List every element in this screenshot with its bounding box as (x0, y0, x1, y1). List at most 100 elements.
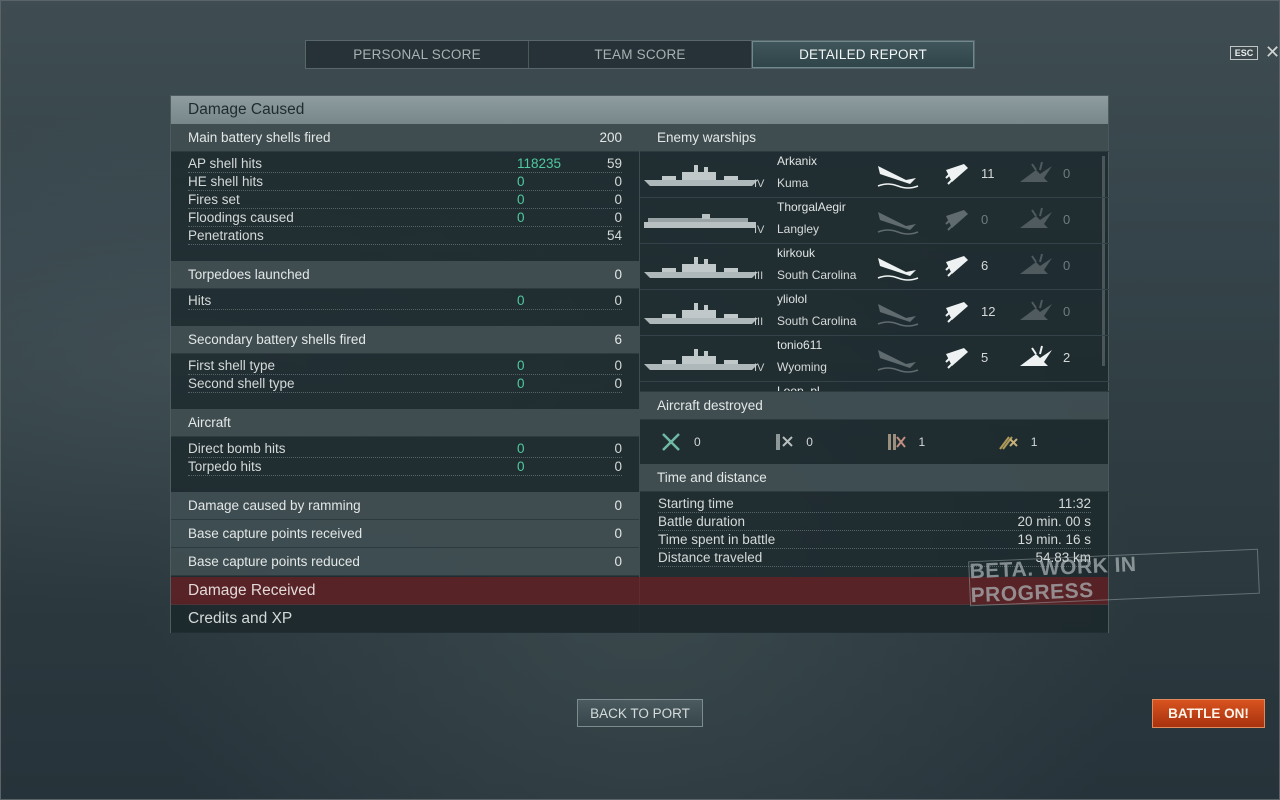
shell-hits-count: 5 (981, 350, 989, 365)
stat-row: AP shell hits 118235 59 (188, 155, 622, 173)
torpedo-bomber-icon (887, 434, 906, 450)
stat-damage: 0 (517, 376, 525, 391)
bomber-icon (776, 434, 793, 450)
base-received-value: 0 (614, 526, 622, 541)
enemy-player-name: Loop_pl (777, 384, 820, 392)
fire-damage-icon (1018, 160, 1062, 190)
stat-damage: 0 (517, 174, 525, 189)
tab-team-score[interactable]: TEAM SCORE (529, 41, 752, 68)
beta-watermark: BETA. WORK IN PROGRESS (968, 548, 1260, 607)
enemy-ship-name: Wyoming (777, 360, 827, 374)
stat-count: 0 (614, 210, 622, 225)
ship-sunk-icon (876, 344, 920, 374)
shell-hits-count: 6 (981, 258, 989, 273)
fire-damage-icon (1018, 252, 1062, 282)
enemy-ship-name: South Carolina (777, 314, 857, 328)
damage-caused-header[interactable]: Damage Caused (171, 96, 1108, 124)
ship-names: Loop_pl (777, 382, 820, 392)
aircraft-header: Aircraft (171, 409, 639, 437)
shell-hits-icon (942, 298, 986, 328)
aircraft-destroyed-item: 1 (885, 431, 997, 453)
fire-damage-count: 0 (1063, 166, 1071, 181)
enemy-player-name: ThorgalAegir (777, 200, 846, 214)
stat-label: Hits (188, 293, 212, 308)
stat-row: Fires set 0 0 (188, 191, 622, 209)
ship-sunk-icon (876, 298, 920, 328)
stat-label: Direct bomb hits (188, 441, 286, 456)
time-distance-label: Time and distance (657, 470, 767, 485)
stat-count: 0 (614, 376, 622, 391)
enemy-warships-list[interactable]: IV Arkanix Kuma 11 0 IV ThorgalAegir Langley 0 0 I… (640, 152, 1109, 392)
score-tabs: PERSONAL SCORE TEAM SCORE DETAILED REPOR… (305, 40, 975, 69)
base-reduced-label: Base capture points reduced (188, 554, 360, 569)
aircraft-destroyed-header: Aircraft destroyed (640, 392, 1109, 420)
time-label: Time spent in battle (658, 532, 776, 547)
fire-damage-icon (1018, 390, 1062, 391)
aircraft-destroyed-row: 0 0 1 1 (640, 420, 1109, 464)
stat-count: 54 (606, 228, 622, 243)
stat-count: 0 (614, 293, 622, 308)
tab-detailed-report[interactable]: DETAILED REPORT (752, 41, 974, 68)
stat-count: 0 (614, 459, 622, 474)
fire-damage-count: 0 (1063, 304, 1071, 319)
credits-xp-header[interactable]: Credits and XP (171, 605, 1108, 633)
ship-silhouette-icon (642, 344, 762, 374)
stat-label: Torpedo hits (188, 459, 262, 474)
enemy-player-name: kirkouk (777, 246, 816, 260)
stat-label: AP shell hits (188, 156, 263, 171)
fire-damage-count: 2 (1063, 350, 1071, 365)
stat-damage: 0 (517, 210, 525, 225)
ramming-label: Damage caused by ramming (188, 498, 361, 513)
aircraft-destroyed-item: 0 (772, 431, 884, 453)
ship-tier: IV (754, 362, 765, 374)
ship-names: Arkanix Kuma (777, 152, 817, 192)
base-reduced-row: Base capture points reduced 0 (171, 548, 639, 576)
shell-hits-icon (942, 390, 986, 391)
fire-damage-icon (1018, 298, 1062, 328)
damage-received-header[interactable]: Damage Received (171, 577, 1108, 605)
ship-tier: IV (754, 178, 765, 190)
enemy-warships-header: Enemy warships (640, 124, 1109, 152)
base-received-label: Base capture points received (188, 526, 363, 541)
aircraft-destroyed-item: 1 (997, 431, 1109, 453)
enemy-player-name: Arkanix (777, 154, 818, 168)
stat-count: 0 (614, 441, 622, 456)
main-battery-value: 200 (599, 130, 622, 145)
ship-silhouette-icon (642, 206, 762, 236)
torpedoes-label: Torpedoes launched (188, 267, 310, 282)
esc-button[interactable]: ESC (1230, 46, 1258, 60)
enemy-ship-name: South Carolina (777, 268, 857, 282)
ship-silhouette-icon (642, 160, 762, 190)
time-label: Distance traveled (658, 550, 763, 565)
stat-damage: 0 (517, 192, 525, 207)
stat-label: HE shell hits (188, 174, 264, 189)
ship-sunk-icon (876, 252, 920, 282)
time-value: 11:32 (1058, 496, 1091, 511)
torpedoes-value: 0 (614, 267, 622, 282)
stat-damage: 0 (517, 358, 525, 373)
time-row: Time spent in battle 19 min. 16 s (658, 531, 1091, 549)
stat-damage: 0 (517, 441, 525, 456)
stat-damage: 0 (517, 459, 525, 474)
stat-label: Penetrations (188, 228, 264, 243)
aircraft-label: Aircraft (188, 415, 231, 430)
base-received-row: Base capture points received 0 (171, 520, 639, 548)
aircraft-body: Direct bomb hits 0 0 Torpedo hits 0 0 (171, 437, 639, 482)
close-icon[interactable]: ✕ (1265, 43, 1280, 61)
fire-damage-count: 0 (1063, 258, 1071, 273)
ship-names: tonio611 Wyoming (777, 336, 827, 376)
fire-damage-icon (1018, 344, 1062, 374)
aircraft-destroyed-item: 0 (660, 431, 772, 453)
battle-on-button[interactable]: BATTLE ON! (1152, 699, 1265, 728)
stat-count: 59 (606, 156, 622, 171)
ship-names: kirkouk South Carolina (777, 244, 856, 284)
time-row: Starting time 11:32 (658, 495, 1091, 513)
ship-tier: III (754, 270, 764, 282)
secondary-header: Secondary battery shells fired 6 (171, 326, 639, 354)
tab-personal-score[interactable]: PERSONAL SCORE (306, 41, 529, 68)
main-battery-header: Main battery shells fired 200 (171, 124, 639, 152)
stat-label: First shell type (188, 358, 276, 373)
ship-silhouette-icon (642, 298, 762, 328)
back-to-port-button[interactable]: BACK TO PORT (577, 699, 703, 727)
enemy-ship-row: IV tonio611 Wyoming 5 2 (640, 336, 1109, 382)
